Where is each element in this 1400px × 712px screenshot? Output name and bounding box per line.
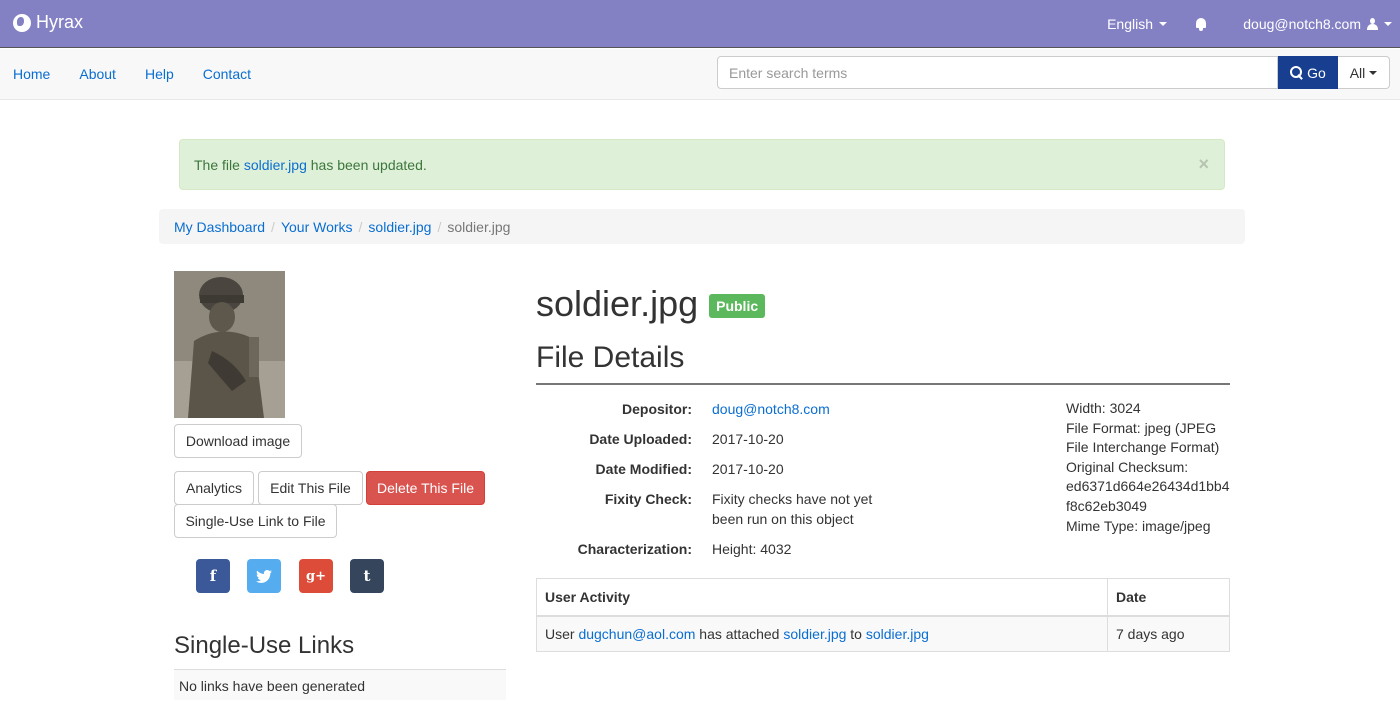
- single-use-links-heading: Single-Use Links: [174, 632, 355, 659]
- search-form: Go All: [717, 56, 1390, 89]
- fixity-line: been run on this object: [712, 511, 854, 527]
- breadcrumb-separator: /: [358, 219, 363, 235]
- height-value: Height: 4032: [712, 541, 792, 557]
- activity-work-link[interactable]: soldier.jpg: [866, 626, 929, 642]
- visibility-badge: Public: [709, 294, 766, 318]
- search-icon: [1290, 66, 1303, 79]
- table-row: User dugchun@aol.com has attached soldie…: [536, 615, 1230, 652]
- edit-file-button[interactable]: Edit This File: [258, 471, 363, 505]
- brand-name: Hyrax: [36, 12, 84, 32]
- language-label: English: [1107, 16, 1153, 32]
- column-header: Date: [1107, 578, 1230, 617]
- width-value: Width: 3024: [1066, 400, 1141, 416]
- characterization-details: Width: 3024 File Format: jpeg (JPEG File…: [1066, 399, 1241, 536]
- search-input[interactable]: [717, 56, 1278, 89]
- modified-value: 2017-10-20: [712, 461, 784, 477]
- depositor-label: Depositor:: [622, 401, 692, 417]
- file-thumbnail[interactable]: [174, 271, 285, 418]
- mime-type: Mime Type: image/jpeg: [1066, 517, 1211, 534]
- twitter-icon: [256, 569, 272, 583]
- breadcrumb-works[interactable]: Your Works: [281, 219, 353, 235]
- divider: [536, 383, 1230, 385]
- google-plus-share-button[interactable]: g+: [299, 559, 333, 593]
- file-title: soldier.jpg: [536, 283, 699, 324]
- breadcrumb: My Dashboard / Your Works / soldier.jpg …: [159, 209, 1245, 244]
- activity-text: User: [545, 625, 579, 642]
- nav-help[interactable]: Help: [145, 66, 174, 82]
- analytics-button[interactable]: Analytics: [174, 471, 254, 505]
- activity-text: to: [846, 625, 866, 642]
- checksum-label: Original Checksum:: [1066, 458, 1189, 475]
- checksum-line: ed6371d664e26434d1bb4: [1066, 478, 1230, 495]
- depositor-link[interactable]: doug@notch8.com: [712, 399, 830, 419]
- twitter-share-button[interactable]: [247, 559, 281, 593]
- checksum-line: f8c62eb3049: [1066, 497, 1147, 514]
- fixity-line: Fixity checks have not yet: [712, 491, 873, 507]
- activity-user-link[interactable]: dugchun@aol.com: [578, 626, 695, 642]
- breadcrumb-current: soldier.jpg: [447, 219, 511, 235]
- nav-home[interactable]: Home: [13, 66, 50, 82]
- breadcrumb-dashboard[interactable]: My Dashboard: [174, 219, 265, 235]
- nav-contact[interactable]: Contact: [203, 66, 251, 82]
- bell-icon: [1194, 17, 1208, 31]
- fixity-value: Fixity checks have not yet been run on t…: [712, 489, 872, 529]
- main-nav: Home About Help Contact Go All: [0, 49, 1400, 100]
- chevron-down-icon: [1384, 22, 1392, 26]
- uploaded-value: 2017-10-20: [712, 431, 784, 447]
- user-email: doug@notch8.com: [1243, 16, 1361, 32]
- download-image-button[interactable]: Download image: [174, 424, 302, 458]
- globe-icon: [13, 13, 31, 32]
- format-line: File Format: jpeg (JPEG: [1066, 419, 1217, 436]
- breadcrumb-separator: /: [271, 219, 275, 235]
- chevron-down-icon: [1159, 22, 1167, 26]
- page-title: soldier.jpg Public: [536, 283, 766, 325]
- breadcrumb-separator: /: [437, 219, 442, 235]
- table-header-row: User Activity Date: [536, 578, 1230, 617]
- search-go-button[interactable]: Go: [1278, 56, 1338, 89]
- activity-date: 7 days ago: [1107, 615, 1230, 652]
- single-use-link-button[interactable]: Single-Use Link to File: [174, 504, 337, 538]
- user-icon: [1367, 18, 1378, 30]
- characterization-label: Characterization:: [577, 541, 692, 557]
- file-details-heading: File Details: [536, 341, 685, 374]
- tumblr-share-button[interactable]: t: [350, 559, 384, 593]
- activity-table: User Activity Date User dugchun@aol.com …: [536, 578, 1230, 652]
- fixity-label: Fixity Check:: [604, 491, 692, 507]
- success-alert: The file soldier.jpg has been updated. ×: [179, 139, 1225, 190]
- chevron-down-icon: [1369, 70, 1378, 75]
- uploaded-label: Date Uploaded:: [589, 431, 692, 447]
- alert-suffix: has been updated.: [306, 157, 427, 173]
- facebook-share-button[interactable]: f: [196, 559, 230, 593]
- activity-file-link[interactable]: soldier.jpg: [783, 626, 846, 642]
- activity-cell: User dugchun@aol.com has attached soldie…: [536, 615, 1108, 652]
- activity-text: has attached: [695, 625, 784, 642]
- nav-about[interactable]: About: [79, 66, 116, 82]
- user-menu[interactable]: doug@notch8.com: [1243, 16, 1392, 32]
- google-plus-icon: g+: [306, 568, 326, 584]
- search-scope-dropdown[interactable]: All: [1338, 56, 1390, 89]
- column-header: User Activity: [536, 578, 1108, 617]
- scope-label: All: [1349, 64, 1366, 81]
- alert-file-link[interactable]: soldier.jpg: [244, 157, 307, 173]
- single-use-links-empty: No links have been generated: [174, 669, 506, 700]
- top-bar: Hyrax English doug@notch8.com: [0, 0, 1400, 48]
- language-menu[interactable]: English: [1107, 16, 1167, 32]
- tumblr-icon: t: [363, 567, 371, 585]
- close-icon[interactable]: ×: [1198, 154, 1209, 175]
- format-line: File Interchange Format): [1066, 439, 1220, 456]
- notifications-button[interactable]: [1194, 17, 1208, 31]
- go-label: Go: [1307, 64, 1326, 81]
- brand-link[interactable]: Hyrax: [13, 12, 83, 33]
- delete-file-button[interactable]: Delete This File: [366, 471, 485, 505]
- facebook-icon: f: [209, 567, 217, 585]
- alert-prefix: The file: [194, 157, 244, 173]
- breadcrumb-work[interactable]: soldier.jpg: [368, 219, 431, 235]
- modified-label: Date Modified:: [595, 461, 692, 477]
